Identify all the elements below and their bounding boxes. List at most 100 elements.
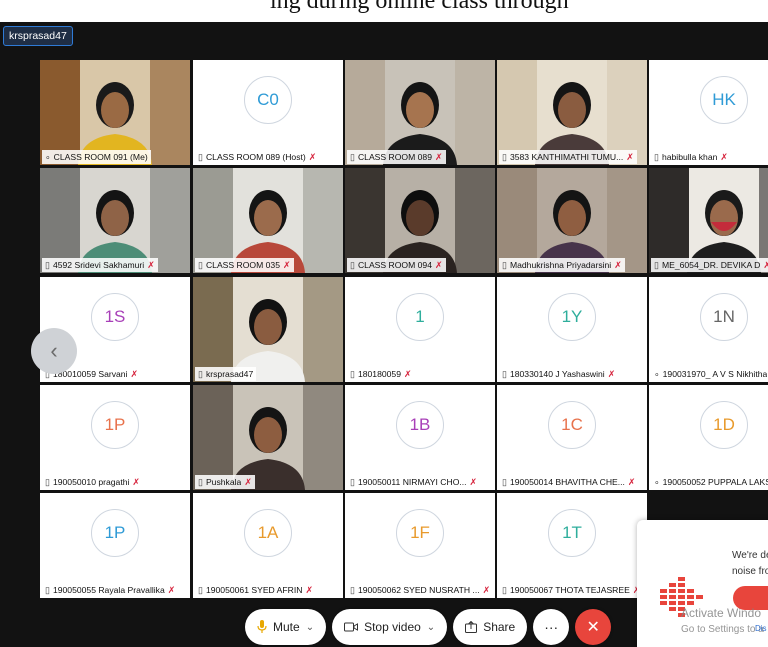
mute-button[interactable]: Mute ⌄ [245, 609, 327, 645]
participant-label: ▯ 3583 KANTHIMATHI TUMU... ✗ [499, 150, 637, 164]
participant-name: krsprasad47 [205, 369, 254, 379]
muted-microphone-icon: ✗ [607, 368, 616, 379]
participant-name: 190050055 Rayala Pravallika [52, 585, 165, 595]
device-icon: ▯ [45, 476, 50, 487]
stop-video-label: Stop video [364, 620, 421, 634]
microphone-icon [257, 620, 267, 633]
device-icon: ▯ [198, 368, 203, 379]
muted-microphone-icon: ✗ [434, 259, 443, 270]
participant-name: 190050061 SYED AFRIN [205, 585, 303, 595]
participant-label: ▯ 180330140 J Yashaswini ✗ [499, 367, 619, 381]
participant-tile[interactable]: HK ▯ habibulla khan ✗ [649, 60, 768, 165]
participant-name: 190031970_ A V S Nikhitha [662, 369, 768, 379]
participant-tile[interactable]: 1 ▯ 180180059 ✗ [345, 277, 495, 382]
previous-page-button[interactable]: ‹ [31, 328, 77, 374]
participant-name: CLASS ROOM 089 (Host) [205, 152, 306, 162]
chevron-down-icon[interactable]: ⌄ [427, 622, 435, 633]
participant-tile[interactable]: 1P ▯ 190050055 Rayala Pravallika ✗ [40, 493, 190, 598]
activate-windows-watermark: Activate Windo [681, 606, 762, 620]
muted-microphone-icon: ✗ [305, 584, 313, 595]
mute-label: Mute [273, 620, 300, 634]
participant-tile[interactable]: 1F ▯ 190050062 SYED NUSRATH ... ✗ [345, 493, 495, 598]
muted-microphone-icon: ✗ [627, 476, 636, 487]
participant-label: ▯ krsprasad47 [195, 367, 257, 381]
participant-tile[interactable]: ▯ ME_6054_DR. DEVIKA D ✗ [649, 168, 768, 273]
participant-tile[interactable]: ▯ CLASS ROOM 089 ✗ [345, 60, 495, 165]
muted-microphone-icon: ✗ [132, 476, 140, 487]
initials-avatar: 1Y [548, 293, 596, 341]
muted-microphone-icon: ✗ [244, 476, 252, 487]
initials-avatar: 1P [91, 401, 139, 449]
muted-microphone-icon: ✗ [469, 476, 478, 487]
device-icon: ▯ [654, 151, 659, 162]
initials-avatar: 1F [396, 509, 444, 557]
leave-meeting-button[interactable]: ✕ [575, 609, 612, 645]
participant-name: 190050014 BHAVITHA CHE... [509, 477, 625, 487]
participant-name: 180330140 J Yashaswini [509, 369, 605, 379]
share-button[interactable]: Share [453, 609, 528, 645]
participant-label: ▯ CLASS ROOM 035 ✗ [195, 258, 294, 272]
participant-name: CLASS ROOM 035 [205, 260, 280, 270]
participant-tile[interactable]: C0 ▯ CLASS ROOM 089 (Host) ✗ [193, 60, 343, 165]
microphone-icon: ∘ [654, 476, 660, 487]
participant-name: ME_6054_DR. DEVIKA D [661, 260, 761, 270]
muted-microphone-icon: ✗ [720, 151, 728, 162]
muted-microphone-icon: ✗ [167, 584, 176, 595]
participant-tile[interactable]: ∘ CLASS ROOM 091 (Me) [40, 60, 190, 165]
toast-text-line1: We're de [732, 550, 768, 561]
initials-avatar: 1P [91, 509, 139, 557]
participant-label: ▯ 190050055 Rayala Pravallika ✗ [42, 583, 179, 597]
participant-tile[interactable]: 1A ▯ 190050061 SYED AFRIN ✗ [193, 493, 343, 598]
muted-microphone-icon: ✗ [282, 259, 291, 270]
toast-text-line2: noise fro [732, 566, 768, 577]
participant-label: ▯190050067 THOTA TEJASREE✗ [499, 583, 644, 597]
device-icon: ▯ [350, 259, 355, 270]
device-icon: ▯ [198, 584, 203, 595]
more-options-button[interactable]: ··· [533, 609, 570, 645]
participant-tile[interactable]: 1Y ▯ 180330140 J Yashaswini ✗ [497, 277, 647, 382]
toast-dismiss-link[interactable]: Dis [755, 624, 767, 633]
top-cropped-caption: ing during online class through [0, 0, 768, 22]
device-icon: ▯ [502, 368, 507, 379]
participant-name: 190050067 THOTA TEJASREE [509, 585, 630, 595]
muted-microphone-icon: ✗ [403, 368, 412, 379]
participant-tile[interactable]: ▯ 3583 KANTHIMATHI TUMU... ✗ [497, 60, 647, 165]
participant-tile[interactable]: 1D ∘ 190050052 PUPPALA LAKSH [649, 385, 768, 490]
stop-video-button[interactable]: Stop video ⌄ [332, 609, 448, 645]
participant-label: ▯ Madhukrishna Priyadarsini ✗ [499, 258, 625, 272]
muted-microphone-icon: ✗ [482, 584, 491, 595]
participant-tile[interactable]: ▯ krsprasad47 [193, 277, 343, 382]
device-icon: ▯ [198, 151, 203, 162]
participant-name: 180180059 [357, 369, 401, 379]
participant-tile[interactable]: 1P ▯ 190050010 pragathi ✗ [40, 385, 190, 490]
participant-tile[interactable]: 1T ▯190050067 THOTA TEJASREE✗ [497, 493, 647, 598]
participant-tile[interactable]: ▯ Madhukrishna Priyadarsini ✗ [497, 168, 647, 273]
participant-tile[interactable]: 1N ∘ 190031970_ A V S Nikhitha [649, 277, 768, 382]
participant-tile[interactable]: ▯ Pushkala ✗ [193, 385, 343, 490]
participant-name: CLASS ROOM 089 [357, 152, 432, 162]
participant-name: habibulla khan [661, 152, 718, 162]
participant-name: 4592 Sridevi Sakhamuri [52, 260, 145, 270]
participant-name: 190050062 SYED NUSRATH ... [357, 585, 480, 595]
participant-tile[interactable]: ▯ CLASS ROOM 094 ✗ [345, 168, 495, 273]
participant-label: ▯ 4592 Sridevi Sakhamuri ✗ [42, 258, 158, 272]
participant-label: ∘ 190031970_ A V S Nikhitha [651, 367, 768, 381]
participant-label: ▯ 190050011 NIRMAYI CHO... ✗ [347, 475, 481, 489]
initials-avatar: HK [700, 76, 748, 124]
participant-label: ∘ 190050052 PUPPALA LAKSH [651, 475, 768, 489]
muted-microphone-icon: ✗ [308, 151, 317, 162]
device-icon: ▯ [350, 151, 355, 162]
participant-tile[interactable]: 1B ▯ 190050011 NIRMAYI CHO... ✗ [345, 385, 495, 490]
cropped-caption-text: ing during online class through [270, 0, 569, 14]
muted-microphone-icon: ✗ [130, 368, 139, 379]
chevron-down-icon[interactable]: ⌄ [306, 622, 314, 633]
participant-label: ▯ 180180059 ✗ [347, 367, 415, 381]
share-label: Share [483, 620, 516, 634]
device-icon: ▯ [502, 584, 507, 595]
participant-tile[interactable]: 1C ▯ 190050014 BHAVITHA CHE... ✗ [497, 385, 647, 490]
participant-tile[interactable]: ▯ 4592 Sridevi Sakhamuri ✗ [40, 168, 190, 273]
participant-name: Madhukrishna Priyadarsini [509, 260, 612, 270]
participant-tile[interactable]: ▯ CLASS ROOM 035 ✗ [193, 168, 343, 273]
initials-avatar: 1B [396, 401, 444, 449]
initials-avatar: 1 [396, 293, 444, 341]
